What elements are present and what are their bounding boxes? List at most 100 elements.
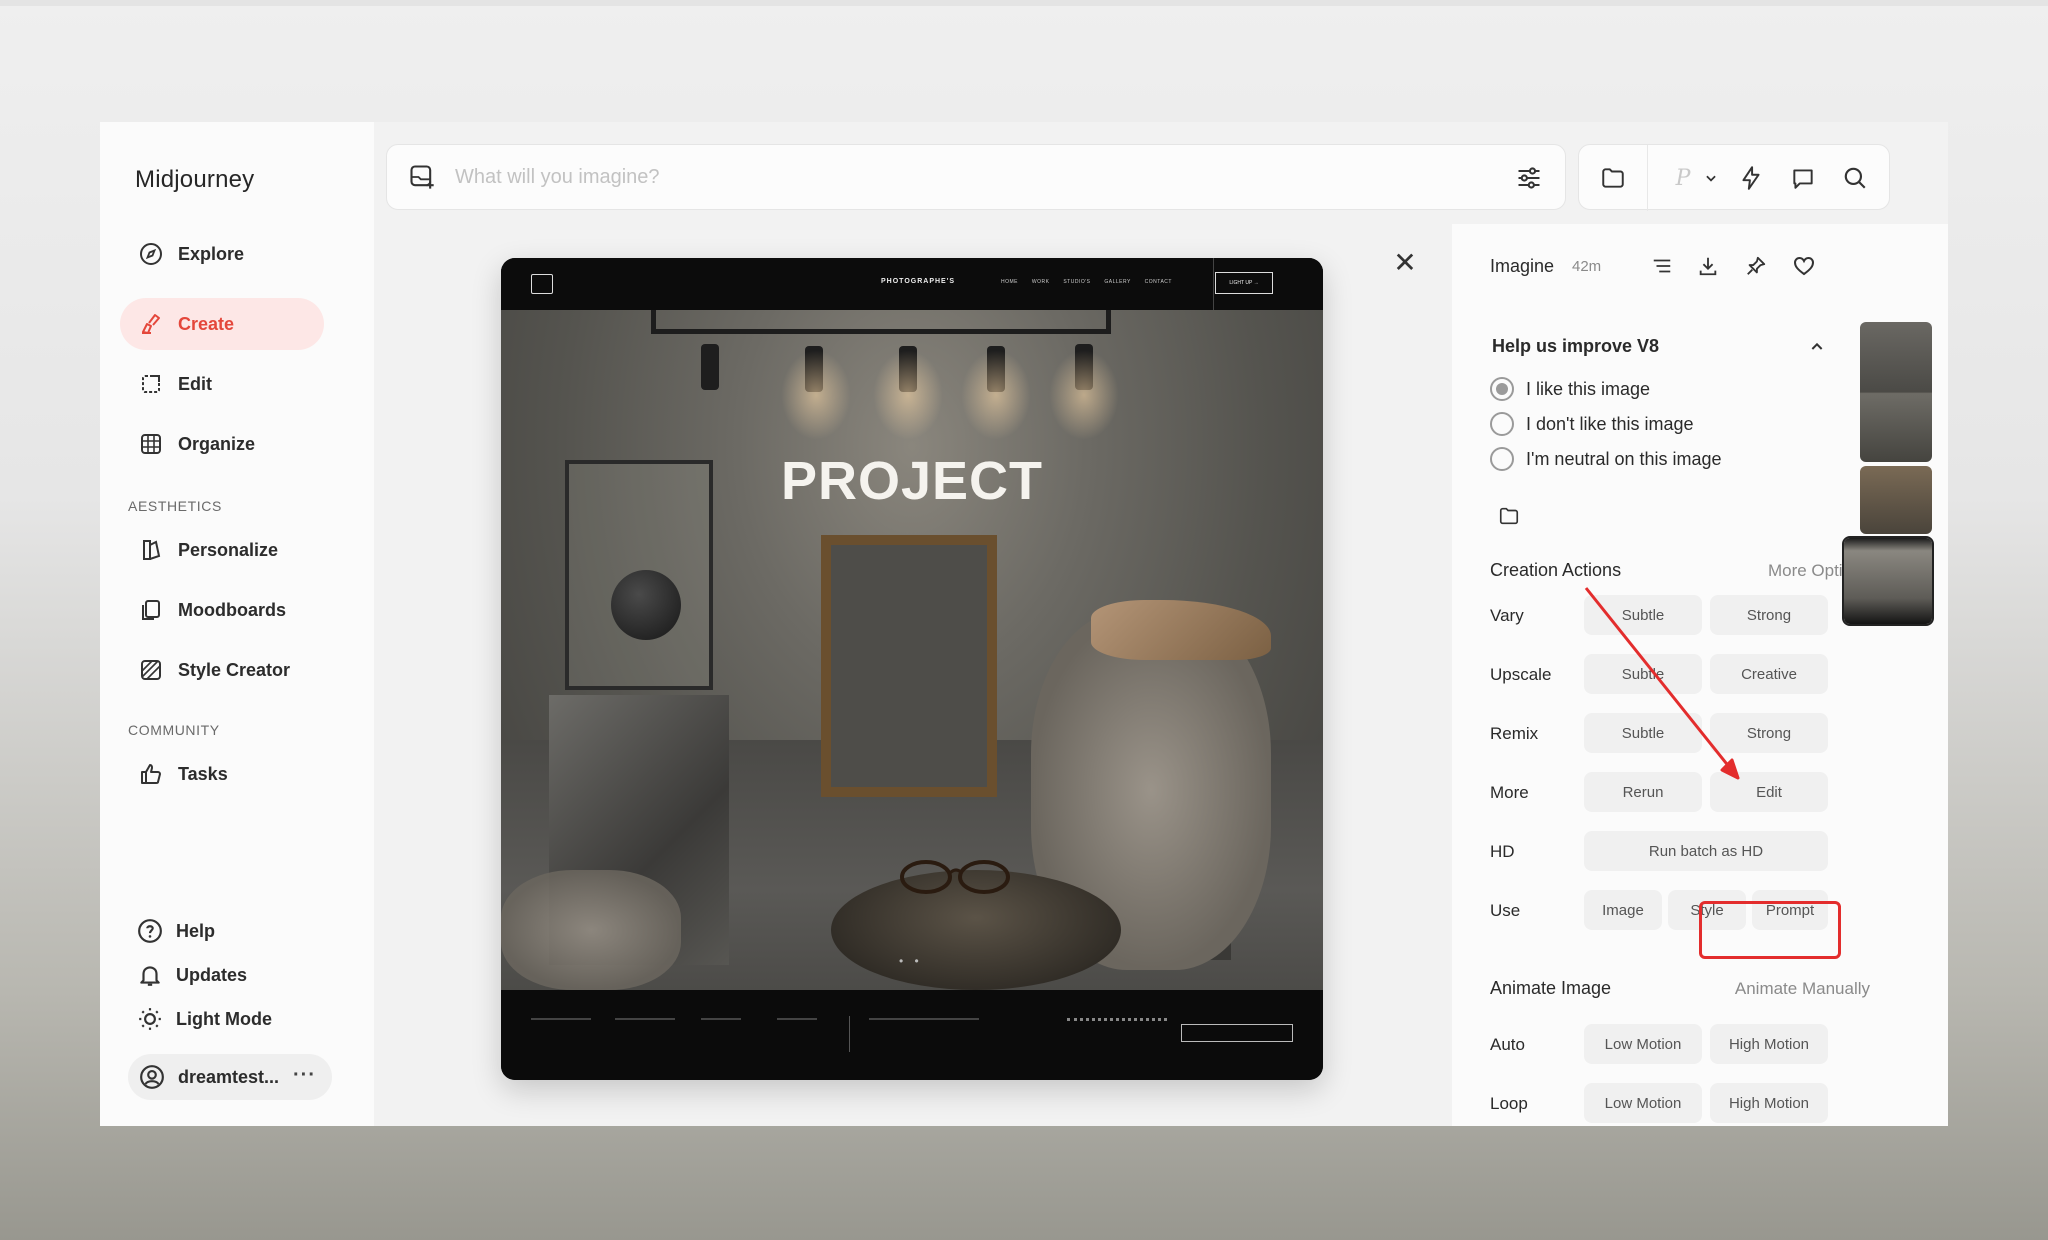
sidebar-item-label: Tasks [178, 763, 228, 784]
personalize-p-toggle[interactable]: P [1669, 164, 1697, 192]
toolbar: P [1578, 144, 1890, 211]
user-menu[interactable]: dreamtest... ··· [128, 1054, 332, 1100]
carousel-dots: • • [899, 954, 923, 968]
more-options-button[interactable]: ··· [293, 1064, 316, 1087]
p-label: P [1675, 165, 1691, 191]
footer-search [1181, 1024, 1293, 1042]
sidebar-item-organize[interactable]: Organize [120, 418, 324, 470]
sidebar-item-label: Moodboards [178, 599, 286, 620]
panel-timestamp: 42m [1572, 258, 1602, 275]
use-image-button[interactable]: Image [1584, 890, 1662, 930]
edit-button[interactable]: Edit [1710, 772, 1828, 812]
mock-site-brand: PHOTOGRAPHE'S [881, 278, 956, 285]
lightning-icon[interactable] [1737, 164, 1765, 192]
empty-frame [821, 535, 997, 797]
mock-menu-icon [531, 274, 553, 294]
vary-strong-button[interactable]: Strong [1710, 595, 1828, 635]
sun-icon [136, 1005, 164, 1033]
footer-text [869, 1018, 979, 1038]
thumbnail-selected[interactable] [1844, 538, 1932, 624]
upscale-subtle-button[interactable]: Subtle [1584, 654, 1702, 694]
radio-button[interactable] [1490, 447, 1514, 471]
light-mode-label: Light Mode [176, 1008, 272, 1029]
light-rail [651, 310, 1111, 334]
chat-icon[interactable] [1789, 164, 1817, 192]
sidebar-item-personalize[interactable]: Personalize [120, 524, 324, 576]
sidebar-item-moodboards[interactable]: Moodboards [120, 584, 324, 636]
add-image-icon[interactable] [407, 162, 437, 192]
remix-strong-button[interactable]: Strong [1710, 713, 1828, 753]
feedback-option-dislike[interactable]: I don't like this image [1490, 412, 1694, 436]
sidebar-item-label: Edit [178, 373, 212, 394]
updates-link[interactable]: Updates [136, 961, 247, 989]
footer-column [615, 1018, 675, 1044]
auto-low-motion-button[interactable]: Low Motion [1584, 1024, 1702, 1064]
auto-high-motion-button[interactable]: High Motion [1710, 1024, 1828, 1064]
animate-manually-link[interactable]: Animate Manually [1735, 979, 1870, 999]
thumbnail-1[interactable] [1860, 322, 1932, 462]
loop-low-motion-button[interactable]: Low Motion [1584, 1083, 1702, 1123]
download-icon[interactable] [1694, 252, 1722, 280]
menu-lines-icon[interactable] [1648, 252, 1676, 280]
chevron-down-icon[interactable] [1697, 164, 1725, 192]
close-icon[interactable]: ✕ [1390, 248, 1420, 278]
run-batch-hd-button[interactable]: Run batch as HD [1584, 831, 1828, 871]
footer-column [777, 1018, 817, 1044]
footer-divider [849, 1016, 850, 1052]
sidebar: Midjourney Explore Create Edit Organize [100, 122, 374, 1126]
footer-social-icons [1067, 1018, 1167, 1024]
section-label-community: COMMUNITY [128, 722, 220, 738]
feedback-title: Help us improve V8 [1492, 336, 1660, 356]
app-window: Midjourney Explore Create Edit Organize [100, 122, 1948, 1126]
feedback-option-like[interactable]: I like this image [1490, 377, 1650, 401]
footer-column [531, 1018, 591, 1044]
feedback-option-neutral[interactable]: I'm neutral on this image [1490, 447, 1722, 471]
gallery-scene: PROJECT • • [501, 310, 1323, 990]
radio-button[interactable] [1490, 412, 1514, 436]
help-link[interactable]: Help [136, 917, 215, 945]
help-label: Help [176, 920, 216, 941]
mock-nav-divider [1213, 258, 1214, 310]
rerun-button[interactable]: Rerun [1584, 772, 1702, 812]
remix-subtle-button[interactable]: Subtle [1584, 713, 1702, 753]
sidebar-item-create[interactable]: Create [120, 298, 324, 350]
app-logo[interactable]: Midjourney [135, 166, 254, 194]
mock-site-links: HOME WORK STUDIO'S GALLERY CONTACT [1001, 279, 1172, 285]
user-avatar-icon [138, 1063, 166, 1091]
radio-button[interactable] [1490, 377, 1514, 401]
search-icon[interactable] [1841, 164, 1869, 192]
pin-icon[interactable] [1742, 252, 1770, 280]
settings-sliders-icon[interactable] [1515, 164, 1543, 192]
row-label-upscale: Upscale [1490, 665, 1552, 684]
light-mode-link[interactable]: Light Mode [136, 1005, 272, 1033]
sidebar-item-style-creator[interactable]: Style Creator [120, 644, 324, 696]
light-glow [1049, 350, 1119, 440]
radio-label: I don't like this image [1526, 413, 1694, 434]
row-label-use: Use [1490, 901, 1521, 920]
bell-icon [136, 961, 164, 989]
grid-icon [138, 431, 164, 457]
help-icon [136, 917, 164, 945]
upscale-creative-button[interactable]: Creative [1710, 654, 1828, 694]
moodboards-icon [138, 597, 164, 623]
prompt-input[interactable] [455, 165, 1455, 189]
sidebar-item-explore[interactable]: Explore [120, 228, 324, 280]
generated-image[interactable]: PHOTOGRAPHE'S HOME WORK STUDIO'S GALLERY… [501, 258, 1323, 1080]
light-glow [781, 350, 851, 440]
heart-icon[interactable] [1790, 252, 1818, 280]
row-label-remix: Remix [1490, 724, 1539, 743]
row-label-vary: Vary [1490, 606, 1524, 625]
folder-icon[interactable] [1496, 504, 1522, 528]
updates-label: Updates [176, 964, 248, 985]
leather-shoe [1091, 600, 1271, 660]
sidebar-item-label: Style Creator [178, 659, 291, 680]
thumbnail-2[interactable] [1860, 466, 1932, 534]
sidebar-item-tasks[interactable]: Tasks [120, 748, 324, 800]
sidebar-item-label: Create [178, 313, 235, 334]
loop-high-motion-button[interactable]: High Motion [1710, 1083, 1828, 1123]
folder-icon[interactable] [1599, 164, 1627, 192]
sidebar-item-edit[interactable]: Edit [120, 358, 324, 410]
chevron-up-icon[interactable] [1804, 334, 1830, 360]
teapot [611, 570, 681, 640]
vary-subtle-button[interactable]: Subtle [1584, 595, 1702, 635]
